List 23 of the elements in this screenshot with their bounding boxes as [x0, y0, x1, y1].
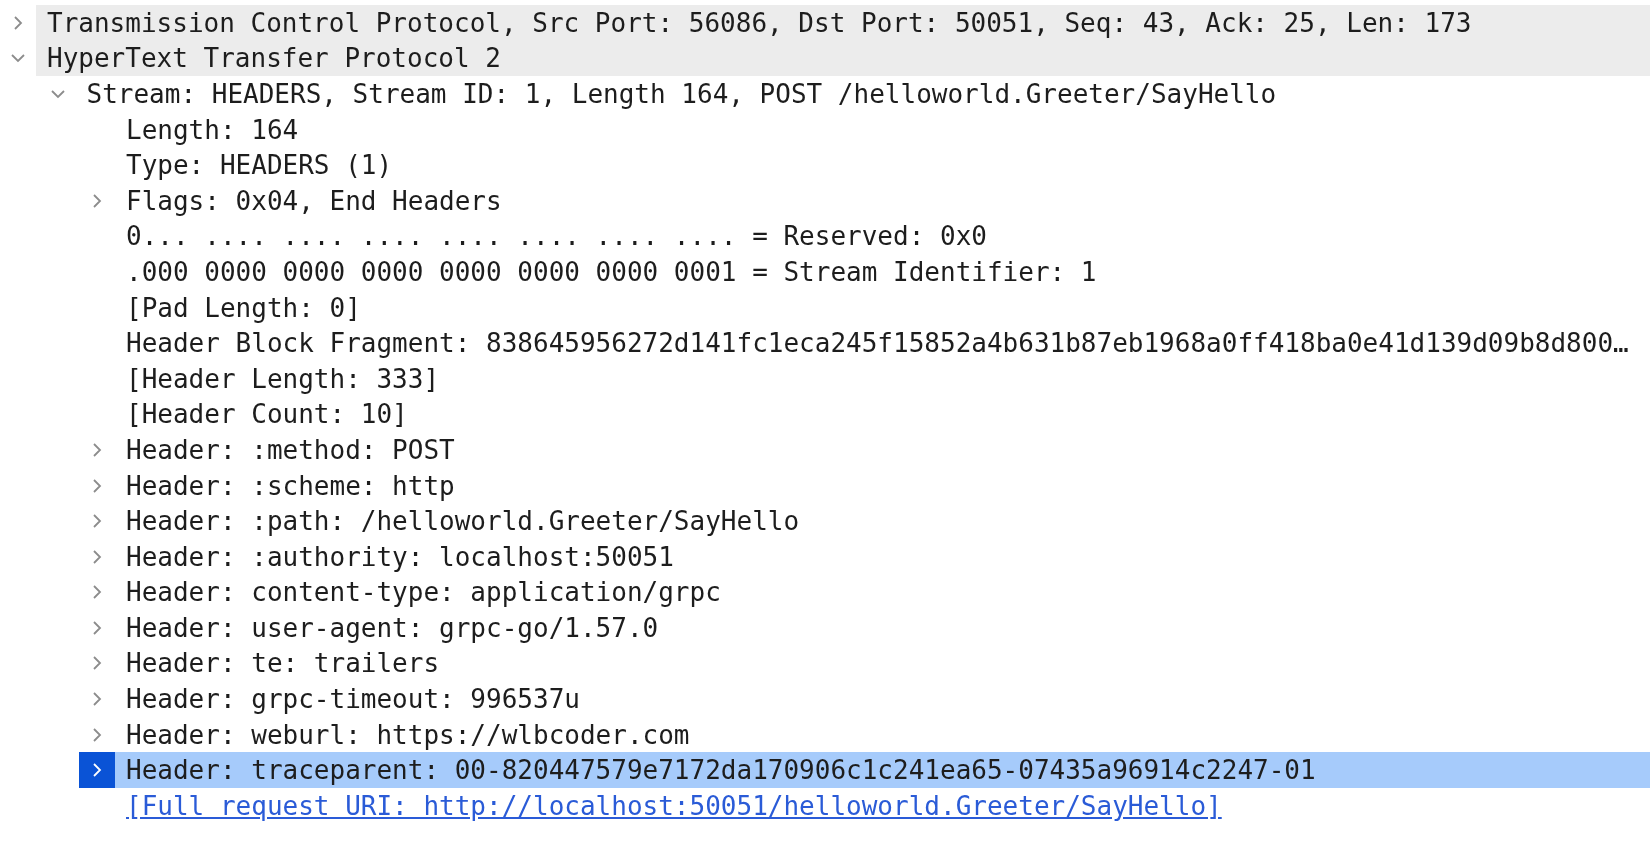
- field-tree-item[interactable]: Type: HEADERS (1): [115, 147, 1650, 183]
- field-tree-item[interactable]: Header Block Fragment: 838645956272d141fc1eca245f15852a4b631b87eb1968a0ff418ba0e41d139d09b8d800…: [115, 325, 1650, 361]
- field-tree-item[interactable]: Header: :path: /helloworld.Greeter/SayHello: [115, 503, 1650, 539]
- field-tree-item[interactable]: Length: 164: [115, 111, 1650, 148]
- field-tree-item[interactable]: [Pad Length: 0]: [115, 289, 1650, 326]
- field-tree-item[interactable]: Header: te: trailers: [115, 645, 1650, 682]
- field-tree-item[interactable]: Stream: HEADERS, Stream ID: 1, Length 164, POST /helloworld.Greeter/SayHello: [75, 76, 1650, 112]
- field-tree-item[interactable]: Header: weburl: https://wlbcoder.com: [115, 716, 1650, 753]
- field-tree-item[interactable]: Header: :method: POST: [115, 432, 1650, 468]
- field-tree-item[interactable]: Header: content-type: application/grpc: [115, 574, 1650, 611]
- field-tree-item[interactable]: .000 0000 0000 0000 0000 0000 0000 0001 = Stream Identifier: 1: [115, 254, 1650, 290]
- protocol-tree-item[interactable]: HyperText Transfer Protocol 2: [36, 40, 1650, 77]
- request-uri-link[interactable]: [Full request URI: http://localhost:50051/helloworld.Greeter/SayHello]: [126, 790, 1222, 821]
- field-tree-item[interactable]: Header: user-agent: grpc-go/1.57.0: [115, 610, 1650, 646]
- field-tree-item[interactable]: Header: traceparent: 00-820447579e7172da170906c1c241ea65-07435a96914c2247-01: [115, 752, 1650, 789]
- field-tree-item[interactable]: Header: :scheme: http: [115, 467, 1650, 504]
- field-tree-item[interactable]: [Header Count: 10]: [115, 396, 1650, 433]
- field-tree-item[interactable]: [Header Length: 333]: [115, 360, 1650, 397]
- field-tree-item[interactable]: 0... .... .... .... .... .... .... .... = Reserved: 0x0: [115, 218, 1650, 255]
- field-tree-item[interactable]: Header: :authority: localhost:50051: [115, 538, 1650, 575]
- field-tree-item[interactable]: Flags: 0x04, End Headers: [115, 182, 1650, 219]
- protocol-tree-item[interactable]: Transmission Control Protocol, Src Port: 56086, Dst Port: 50051, Seq: 43, Ack: 25, Len: 173: [36, 5, 1650, 41]
- field-tree-item[interactable]: Header: grpc-timeout: 996537u: [115, 681, 1650, 717]
